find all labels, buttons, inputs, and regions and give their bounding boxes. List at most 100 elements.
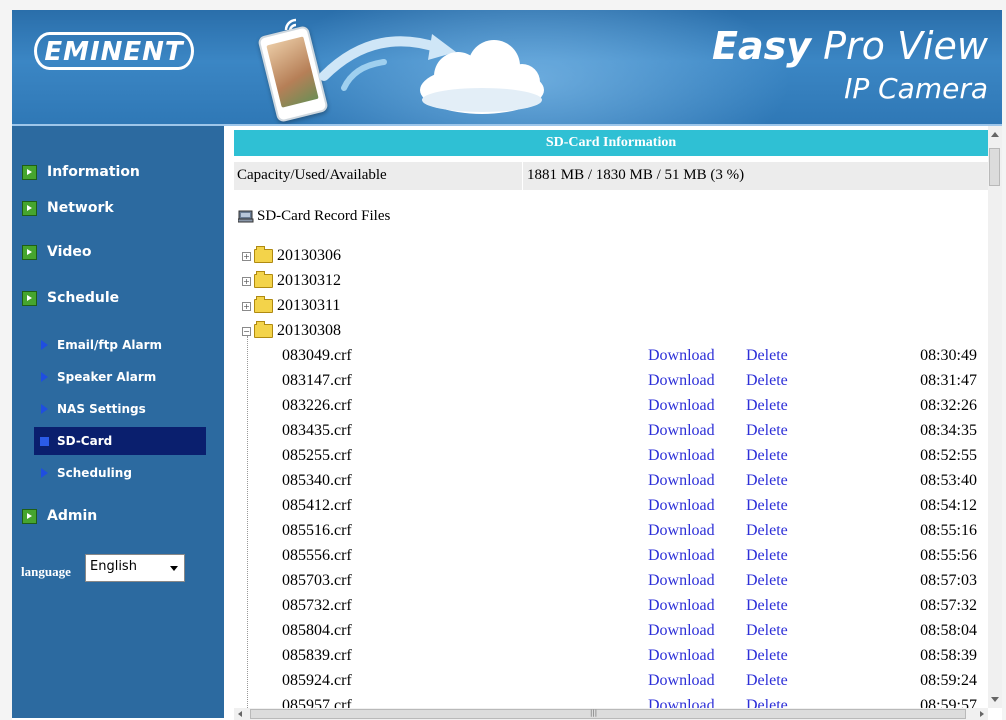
subnav-bullet-icon: [40, 436, 49, 446]
file-time: 08:58:39: [920, 647, 977, 664]
scroll-down-icon[interactable]: [991, 697, 999, 702]
file-row: 083435.crf Download Delete 08:34:35: [234, 419, 988, 444]
delete-link[interactable]: Delete: [746, 347, 788, 365]
folder-label: 20130308: [277, 322, 341, 339]
expand-icon[interactable]: +: [242, 301, 251, 311]
collapse-icon[interactable]: −: [242, 326, 251, 336]
nav-information[interactable]: Information: [22, 164, 140, 180]
delete-link[interactable]: Delete: [746, 697, 788, 708]
delete-link[interactable]: Delete: [746, 622, 788, 640]
delete-link[interactable]: Delete: [746, 447, 788, 465]
file-time: 08:32:26: [920, 397, 977, 414]
nav-bullet-icon: [22, 164, 37, 180]
file-name: 083226.crf: [282, 397, 352, 414]
logo-text: EMINENT: [44, 37, 184, 67]
scrollbar-thumb[interactable]: [250, 709, 966, 719]
file-name: 085703.crf: [282, 572, 352, 589]
delete-link[interactable]: Delete: [746, 522, 788, 540]
subnav-bullet-icon: [41, 340, 48, 350]
file-row: 085412.crf Download Delete 08:54:12: [234, 494, 988, 519]
file-name: 085924.crf: [282, 672, 352, 689]
download-link[interactable]: Download: [648, 422, 715, 440]
file-time: 08:34:35: [920, 422, 977, 439]
file-name: 085732.crf: [282, 597, 352, 614]
download-link[interactable]: Download: [648, 597, 715, 615]
file-time: 08:55:16: [920, 522, 977, 539]
product-subtitle: IP Camera: [844, 72, 988, 105]
download-link[interactable]: Download: [648, 547, 715, 565]
download-link[interactable]: Download: [648, 522, 715, 540]
language-label: language: [21, 564, 71, 579]
expand-icon[interactable]: +: [242, 276, 251, 286]
file-name: 085804.crf: [282, 622, 352, 639]
delete-link[interactable]: Delete: [746, 672, 788, 690]
delete-link[interactable]: Delete: [746, 497, 788, 515]
file-time: 08:54:12: [920, 497, 977, 514]
download-link[interactable]: Download: [648, 397, 715, 415]
folder-icon: [254, 296, 273, 313]
capacity-label: Capacity/Used/Available: [237, 167, 387, 183]
download-link[interactable]: Download: [648, 647, 715, 665]
file-time: 08:30:49: [920, 347, 977, 364]
folder-label: 20130312: [277, 272, 341, 289]
folder-node[interactable]: − 20130308: [242, 321, 341, 341]
download-link[interactable]: Download: [648, 622, 715, 640]
delete-link[interactable]: Delete: [746, 422, 788, 440]
download-link[interactable]: Download: [648, 697, 715, 708]
nav-network[interactable]: Network: [22, 200, 114, 216]
horizontal-scrollbar[interactable]: |||: [234, 708, 988, 720]
subnav-email-ftp-alarm[interactable]: Email/ftp Alarm: [34, 332, 206, 358]
file-row: 083226.crf Download Delete 08:32:26: [234, 394, 988, 419]
file-name: 085839.crf: [282, 647, 352, 664]
folder-icon: [254, 271, 273, 288]
nav-video[interactable]: Video: [22, 244, 92, 260]
file-row: 085703.crf Download Delete 08:57:03: [234, 569, 988, 594]
subnav-bullet-icon: [41, 468, 48, 478]
file-row: 083147.crf Download Delete 08:31:47: [234, 369, 988, 394]
header-banner: EMINENT Easy Pro View IP Camera: [12, 10, 1002, 126]
file-row: 085516.crf Download Delete 08:55:16: [234, 519, 988, 544]
capacity-row: Capacity/Used/Available 1881 MB / 1830 M…: [234, 162, 988, 190]
subnav-bullet-icon: [41, 372, 48, 382]
folder-label: 20130306: [277, 247, 341, 264]
delete-link[interactable]: Delete: [746, 372, 788, 390]
folder-label: 20130311: [277, 297, 341, 314]
download-link[interactable]: Download: [648, 447, 715, 465]
nav-schedule[interactable]: Schedule: [22, 290, 119, 306]
delete-link[interactable]: Delete: [746, 397, 788, 415]
scroll-right-icon[interactable]: [980, 711, 984, 717]
delete-link[interactable]: Delete: [746, 597, 788, 615]
download-link[interactable]: Download: [648, 347, 715, 365]
vertical-scrollbar[interactable]: [988, 126, 1002, 708]
subnav-scheduling[interactable]: Scheduling: [34, 460, 206, 486]
file-row: 085255.crf Download Delete 08:52:55: [234, 444, 988, 469]
download-link[interactable]: Download: [648, 372, 715, 390]
subnav-nas-settings[interactable]: NAS Settings: [34, 396, 206, 422]
nav-admin[interactable]: Admin: [22, 508, 97, 524]
scroll-left-icon[interactable]: [238, 711, 242, 717]
delete-link[interactable]: Delete: [746, 572, 788, 590]
folder-node[interactable]: +20130306: [242, 246, 341, 266]
file-time: 08:52:55: [920, 447, 977, 464]
subnav-sd-card[interactable]: SD-Card: [34, 427, 206, 455]
file-time: 08:31:47: [920, 372, 977, 389]
file-name: 085340.crf: [282, 472, 352, 489]
download-link[interactable]: Download: [648, 497, 715, 515]
file-row: 085556.crf Download Delete 08:55:56: [234, 544, 988, 569]
drive-icon: [238, 210, 254, 223]
scroll-up-icon[interactable]: [991, 132, 999, 137]
record-files-heading: SD-Card Record Files: [238, 208, 390, 225]
download-link[interactable]: Download: [648, 572, 715, 590]
language-select[interactable]: English: [85, 554, 185, 582]
download-link[interactable]: Download: [648, 472, 715, 490]
delete-link[interactable]: Delete: [746, 647, 788, 665]
folder-node[interactable]: +20130312: [242, 271, 341, 291]
subnav-speaker-alarm[interactable]: Speaker Alarm: [34, 364, 206, 390]
delete-link[interactable]: Delete: [746, 547, 788, 565]
folder-node[interactable]: +20130311: [242, 296, 340, 316]
download-link[interactable]: Download: [648, 672, 715, 690]
expand-icon[interactable]: +: [242, 251, 251, 261]
file-name: 085516.crf: [282, 522, 352, 539]
scrollbar-thumb[interactable]: [989, 148, 1000, 186]
delete-link[interactable]: Delete: [746, 472, 788, 490]
